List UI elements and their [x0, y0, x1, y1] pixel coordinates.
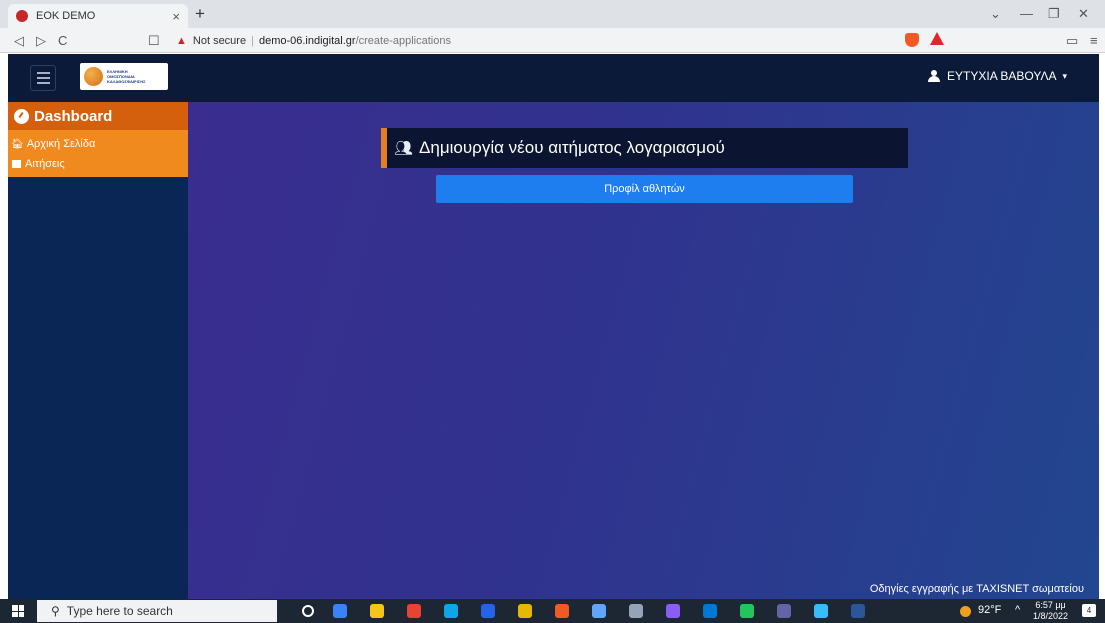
taskbar-app-icon[interactable]: [481, 604, 495, 618]
taskbar-app-icon[interactable]: [555, 604, 569, 618]
search-icon: ⚲: [51, 604, 60, 618]
taskbar-app-icon[interactable]: [851, 604, 865, 618]
taskbar-app-icon[interactable]: [333, 604, 347, 618]
search-placeholder: Type here to search: [66, 604, 173, 618]
url-field[interactable]: ▲ Not secure | demo-06.indigital.gr /cre…: [176, 32, 896, 49]
federation-logo[interactable]: ΕΛΛΗΝΙΚΗ ΟΜΟΣΠΟΝΔΙΑ ΚΑΛΑΘΟΣΦΑΙΡΙΣΗΣ: [80, 63, 168, 90]
sidebar-item-label: Αιτήσεις: [25, 158, 65, 170]
weather-temp[interactable]: 92°F: [978, 604, 1001, 616]
system-clock[interactable]: 6:57 μμ 1/8/2022: [1033, 600, 1068, 622]
athlete-profiles-button[interactable]: Προφίλ αθλητών: [436, 175, 853, 203]
taskbar-app-icon[interactable]: [814, 604, 828, 618]
sidebar-item-label: Αρχική Σελίδα: [26, 138, 96, 150]
taskbar-search[interactable]: ⚲ Type here to search: [37, 600, 277, 622]
minimize-button[interactable]: —: [1020, 6, 1033, 21]
users-icon: 👥︎: [394, 140, 414, 157]
browser-tab[interactable]: EOK DEMO ×: [8, 4, 188, 28]
sidebar-dashboard[interactable]: Dashboard: [8, 102, 188, 130]
user-menu[interactable]: ΕΥΤΥΧΙΑ ΒΑΒΟΥΛΑ ▾: [928, 69, 1067, 83]
clock-time: 6:57 μμ: [1035, 600, 1066, 610]
brave-rewards-icon[interactable]: [930, 32, 944, 45]
security-label: Not secure: [192, 34, 247, 47]
taskbar-app-icon[interactable]: [740, 604, 754, 618]
forward-button[interactable]: ▷: [36, 33, 46, 49]
new-tab-button[interactable]: +: [195, 4, 205, 24]
menu-toggle-button[interactable]: [30, 65, 56, 91]
caret-down-icon: ▾: [1062, 70, 1067, 81]
app-header: ΕΛΛΗΝΙΚΗ ΟΜΟΣΠΟΝΔΙΑ ΚΑΛΑΘΟΣΦΑΙΡΙΣΗΣ ΕΥΤΥ…: [8, 54, 1099, 102]
reload-button[interactable]: C: [58, 33, 67, 48]
wallet-icon[interactable]: ▭: [1066, 33, 1078, 49]
cortana-icon[interactable]: [302, 605, 314, 617]
hamburger-line: [36, 77, 50, 79]
tab-search-icon[interactable]: ⌄: [990, 6, 1001, 22]
main-content: 👥︎ Δημιουργία νέου αιτήματος λογαριασμού…: [188, 102, 1099, 599]
tab-title: EOK DEMO: [36, 10, 96, 22]
document-icon: [12, 160, 21, 168]
hamburger-line: [36, 72, 50, 74]
sidebar-menu: 🏠︎ Αρχική Σελίδα Αιτήσεις: [8, 130, 188, 177]
taskbar-app-icon[interactable]: [777, 604, 791, 618]
tab-close-icon[interactable]: ×: [172, 9, 180, 24]
tachometer-icon: [14, 108, 29, 124]
maximize-button[interactable]: ❐: [1048, 6, 1060, 22]
weather-icon[interactable]: [960, 606, 971, 617]
logo-text: ΕΛΛΗΝΙΚΗ ΟΜΟΣΠΟΝΔΙΑ ΚΑΛΑΘΟΣΦΑΙΡΙΣΗΣ: [107, 69, 146, 84]
tray-overflow-icon[interactable]: ^: [1015, 604, 1020, 616]
close-window-button[interactable]: ✕: [1078, 6, 1089, 22]
user-name: ΕΥΤΥΧΙΑ ΒΑΒΟΥΛΑ: [947, 69, 1057, 83]
taskbar-app-icon[interactable]: [703, 604, 717, 618]
browser-window: EOK DEMO × + ⌄ — ❐ ✕ ◁ ▷ C ☐ ▲ Not secur…: [0, 0, 1105, 623]
taskbar-app-icon[interactable]: [370, 604, 384, 618]
page-title-text: Δημιουργία νέου αιτήματος λογαριασμού: [419, 138, 725, 157]
browser-menu-icon[interactable]: ≡: [1090, 33, 1098, 48]
warning-icon: ▲: [176, 34, 187, 47]
windows-taskbar: ⚲ Type here to search 92°F ^ 6:57 μμ 1/8…: [0, 599, 1105, 623]
taskbar-app-icon[interactable]: [629, 604, 643, 618]
tab-strip: EOK DEMO × + ⌄ — ❐ ✕: [0, 0, 1105, 28]
url-separator: |: [251, 34, 254, 47]
back-button[interactable]: ◁: [14, 33, 24, 49]
taskbar-app-icon[interactable]: [518, 604, 532, 618]
site-favicon-icon: [16, 10, 28, 22]
taskbar-app-icon[interactable]: [592, 604, 606, 618]
taskbar-app-icon[interactable]: [407, 604, 421, 618]
user-icon: [928, 70, 941, 82]
taxisnet-instructions-link[interactable]: Οδηγίες εγγραφής με TAXISNET σωματείου: [870, 583, 1084, 595]
page-title: 👥︎ Δημιουργία νέου αιτήματος λογαριασμού: [381, 128, 908, 168]
url-path: /create-applications: [355, 34, 451, 47]
clock-date: 1/8/2022: [1033, 611, 1069, 621]
windows-start-icon[interactable]: [12, 605, 24, 617]
hamburger-line: [36, 82, 50, 84]
sidebar-item-applications[interactable]: Αιτήσεις: [8, 154, 188, 174]
home-icon: 🏠︎: [11, 138, 24, 150]
bookmark-icon[interactable]: ☐: [148, 33, 160, 49]
notification-icon[interactable]: 4: [1082, 604, 1096, 617]
taskbar-app-icon[interactable]: [666, 604, 680, 618]
taskbar-app-icon[interactable]: [444, 604, 458, 618]
dashboard-label: Dashboard: [34, 107, 113, 125]
basketball-icon: [84, 67, 103, 86]
brave-shield-icon[interactable]: [905, 33, 919, 47]
sidebar: Dashboard 🏠︎ Αρχική Σελίδα Αιτήσεις: [8, 102, 188, 599]
url-host: demo-06.indigital.gr: [258, 34, 356, 47]
sidebar-item-home[interactable]: 🏠︎ Αρχική Σελίδα: [8, 134, 188, 154]
